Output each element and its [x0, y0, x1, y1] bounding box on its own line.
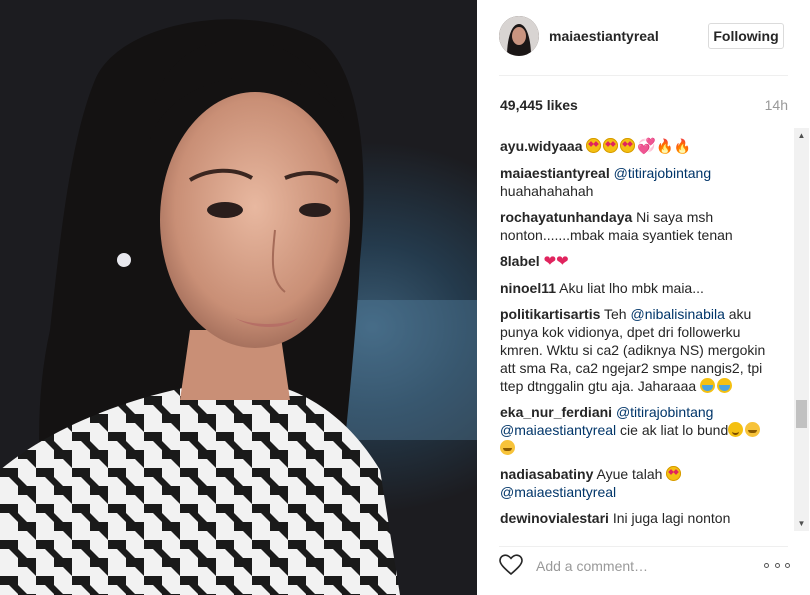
grin-emoji-icon	[745, 422, 761, 437]
comment-item: 8label ❤❤	[500, 252, 772, 271]
likes-count[interactable]: 49,445 likes	[500, 97, 578, 113]
post-details-panel: maiaestiantyreal Following 49,445 likes …	[477, 0, 810, 595]
hearteyes-emoji-icon	[666, 466, 682, 481]
hearteyes-emoji-icon	[586, 138, 602, 153]
comment-text: Aku liat lho mbk maia...	[559, 280, 704, 296]
grin-emoji-icon	[500, 440, 515, 455]
comment-text: cie ak liat lo bund	[616, 422, 729, 438]
comment-text: Ini juga lagi nonton	[612, 510, 731, 526]
comments-list: ayu.widyaaa 💞🔥🔥 maiaestiantyreal @titiraj…	[500, 137, 772, 531]
mention-link[interactable]: @maiaestiantyreal	[500, 422, 616, 438]
comment-item: maiaestiantyreal @titirajobintang huahah…	[500, 164, 772, 200]
hearteyes-emoji-icon	[620, 138, 636, 153]
comment-item: ayu.widyaaa 💞🔥🔥	[500, 137, 772, 156]
comment-username[interactable]: nadiasabatiny	[500, 466, 593, 482]
comment-item: politikartisartis Teh @nibalisinabila ak…	[500, 305, 772, 395]
blush-emoji-icon	[728, 422, 744, 437]
comment-item: dewinovialestari Ini juga lagi nonton	[500, 509, 772, 527]
fire-icon: 🔥	[656, 138, 674, 154]
add-comment-input[interactable]	[534, 554, 748, 578]
avatar[interactable]	[499, 16, 539, 56]
sob-emoji-icon	[717, 378, 733, 393]
more-options-icon[interactable]	[764, 559, 790, 571]
mention-link[interactable]: @maiaestiantyreal	[500, 484, 616, 500]
comment-username[interactable]: ninoel11	[500, 280, 556, 296]
comment-username[interactable]: maiaestiantyreal	[500, 165, 610, 181]
more-dot	[785, 562, 790, 568]
comment-username[interactable]: 8label	[500, 253, 540, 269]
post-username[interactable]: maiaestiantyreal	[549, 28, 659, 44]
comment-item: eka_nur_ferdiani @titirajobintang @maiae…	[500, 403, 772, 457]
fire-icon: 🔥	[673, 138, 691, 154]
comment-item: ninoel11 Aku liat lho mbk maia...	[500, 279, 772, 297]
comment-text: huahahahahah	[500, 183, 594, 199]
comment-text: Ayue talah	[596, 466, 667, 482]
comment-item: rochayatunhandaya Ni saya msh nonton....…	[500, 208, 772, 244]
post-header: maiaestiantyreal Following	[477, 0, 810, 75]
comment-username[interactable]: ayu.widyaaa	[500, 138, 583, 154]
mention-link[interactable]: @titirajobintang	[616, 404, 714, 420]
post-photo	[0, 0, 477, 595]
comment-username[interactable]: rochayatunhandaya	[500, 209, 632, 225]
heart-pink-icon: 💞	[637, 138, 657, 155]
heart-red-icon: ❤	[556, 253, 569, 270]
comment-username[interactable]: eka_nur_ferdiani	[500, 404, 612, 420]
avatar-image	[499, 16, 539, 56]
mention-link[interactable]: @nibalisinabila	[630, 306, 724, 322]
more-dot	[764, 562, 769, 568]
comments-scrollbar[interactable]: ▲ ▼	[794, 128, 809, 531]
following-button[interactable]: Following	[708, 23, 784, 49]
comment-footer	[477, 546, 810, 595]
post-time[interactable]: 14h	[765, 97, 788, 113]
hearteyes-emoji-icon	[603, 138, 619, 153]
comment-text: Teh	[604, 306, 631, 322]
scroll-down-arrow-icon[interactable]: ▼	[794, 516, 809, 531]
header-divider	[499, 75, 788, 76]
more-dot	[774, 562, 780, 568]
comment-username[interactable]: politikartisartis	[500, 306, 600, 322]
heart-outline-icon[interactable]	[499, 554, 523, 576]
heart-red-icon: ❤	[543, 253, 557, 270]
scroll-up-arrow-icon[interactable]: ▲	[794, 128, 809, 143]
comment-username[interactable]: dewinovialestari	[500, 510, 609, 526]
sob-emoji-icon	[700, 378, 716, 393]
mention-link[interactable]: @titirajobintang	[614, 165, 712, 181]
comment-item: nadiasabatiny Ayue talah @maiaestiantyre…	[500, 465, 772, 501]
portrait-illustration	[0, 19, 477, 595]
scroll-thumb[interactable]	[796, 400, 807, 428]
